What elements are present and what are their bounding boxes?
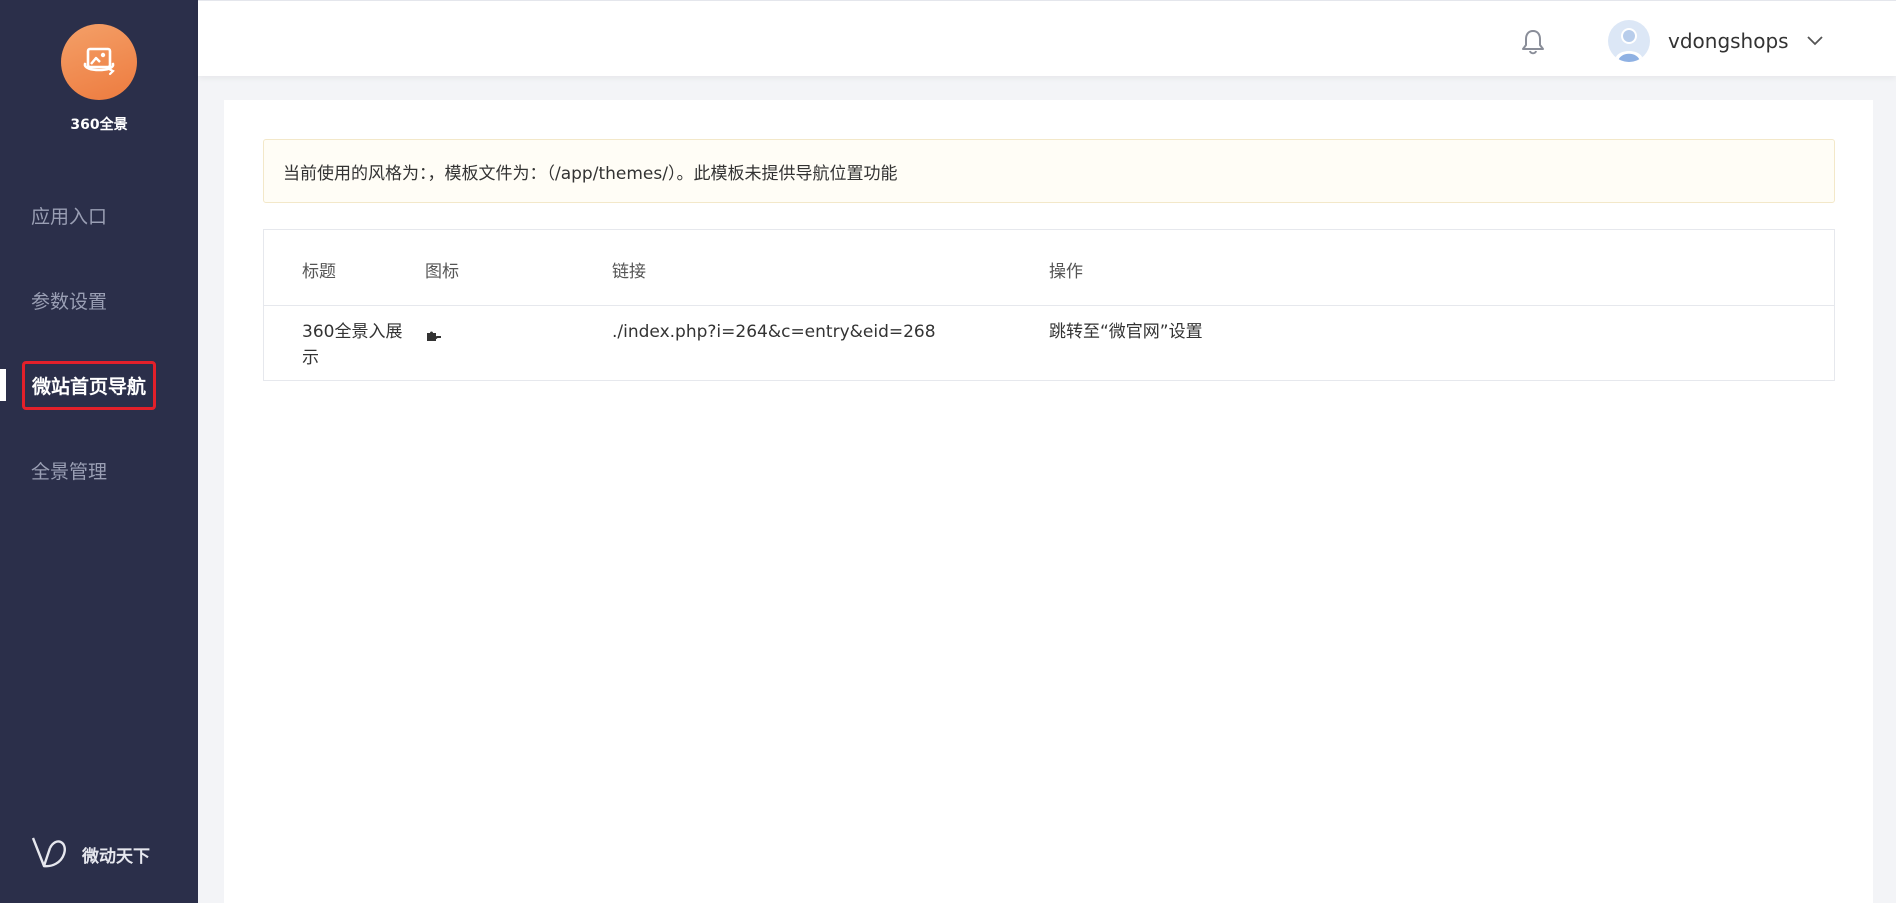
active-indicator — [0, 369, 6, 401]
puzzle-icon — [425, 325, 441, 351]
sidebar-item-label: 全景管理 — [31, 460, 108, 483]
panorama-icon — [61, 24, 137, 100]
sidebar-item-app-entry[interactable]: 应用入口 — [0, 195, 198, 235]
user-menu[interactable]: vdongshops — [1608, 20, 1823, 62]
column-header-action: 操作 — [1049, 262, 1083, 282]
row-action-link[interactable]: 跳转至“微官网”设置 — [1049, 319, 1203, 345]
main-panel: 当前使用的风格为：，模板文件为：（/app/themes/）。此模板未提供导航位… — [224, 100, 1873, 903]
brand-name: 微动天下 — [82, 846, 150, 867]
bell-icon[interactable] — [1518, 27, 1548, 57]
nav-table: 标题 图标 链接 操作 360全景入展示 ./index.php?i=264&c… — [263, 229, 1835, 381]
notice-banner: 当前使用的风格为：，模板文件为：（/app/themes/）。此模板未提供导航位… — [263, 139, 1835, 203]
sidebar-item-settings[interactable]: 参数设置 — [0, 280, 198, 320]
row-title: 360全景入展示 — [302, 322, 403, 368]
table-row: 360全景入展示 ./index.php?i=264&c=entry&eid=2… — [264, 306, 1834, 380]
sidebar: 360全景 应用入口 参数设置 微站首页导航 全景管理 微动天下 — [0, 0, 198, 903]
sidebar-item-label: 微站首页导航 — [22, 360, 157, 410]
column-header-title: 标题 — [302, 262, 336, 282]
sidebar-item-label: 应用入口 — [31, 205, 108, 228]
sidebar-item-homepage-nav[interactable]: 微站首页导航 — [0, 360, 198, 410]
app-name: 360全景 — [70, 117, 128, 133]
column-header-link: 链接 — [612, 262, 646, 282]
avatar — [1608, 20, 1650, 62]
column-header-icon: 图标 — [425, 262, 459, 282]
notice-text: 当前使用的风格为：，模板文件为：（/app/themes/）。此模板未提供导航位… — [283, 163, 898, 184]
row-link: ./index.php?i=264&c=entry&eid=268 — [612, 322, 936, 342]
table-header: 标题 图标 链接 操作 — [264, 230, 1834, 306]
chevron-down-icon[interactable] — [1806, 36, 1823, 46]
app-logo[interactable]: 360全景 — [0, 24, 198, 134]
vd-logo-icon — [30, 834, 70, 874]
top-header: vdongshops — [198, 0, 1896, 76]
brand-footer: 微动天下 — [30, 834, 150, 874]
username: vdongshops — [1668, 29, 1789, 53]
sidebar-item-panorama-manage[interactable]: 全景管理 — [0, 450, 198, 490]
sidebar-item-label: 参数设置 — [31, 290, 108, 313]
